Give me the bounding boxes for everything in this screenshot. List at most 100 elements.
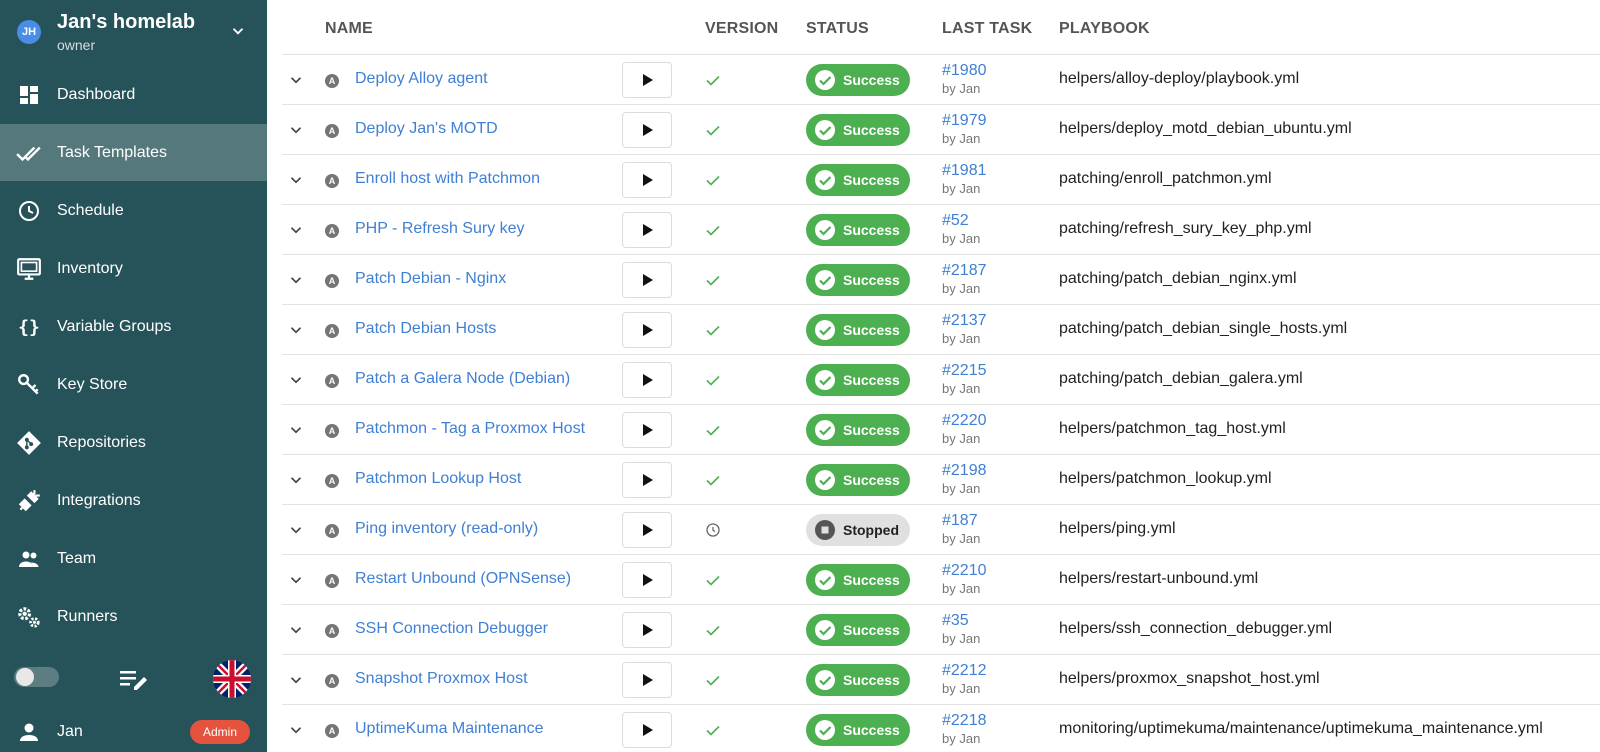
run-button[interactable]: [622, 612, 672, 648]
project-selector[interactable]: JH Jan's homelab owner: [0, 0, 267, 62]
last-task-link[interactable]: #1980: [942, 62, 987, 80]
chevron-down-icon[interactable]: [287, 371, 305, 389]
chevron-down-icon[interactable]: [229, 22, 247, 40]
last-task-link[interactable]: #1981: [942, 162, 987, 180]
run-button[interactable]: [622, 312, 672, 348]
template-name-link[interactable]: Deploy Jan's MOTD: [355, 120, 498, 138]
chevron-down-icon[interactable]: [287, 121, 305, 139]
chevron-down-icon[interactable]: [287, 171, 305, 189]
sidebar-item-label: Task Templates: [57, 143, 167, 161]
column-name[interactable]: NAME: [325, 20, 373, 38]
last-task-link[interactable]: #2187: [942, 262, 987, 280]
run-button[interactable]: [622, 212, 672, 248]
run-button[interactable]: [622, 262, 672, 298]
status-label: Success: [843, 622, 900, 638]
template-name-link[interactable]: Patchmon Lookup Host: [355, 470, 521, 488]
run-button[interactable]: [622, 412, 672, 448]
template-name-link[interactable]: Ping inventory (read-only): [355, 520, 538, 538]
run-button[interactable]: [622, 712, 672, 748]
last-task-link[interactable]: #1979: [942, 112, 987, 130]
status-label: Success: [843, 172, 900, 188]
user-name[interactable]: Jan: [57, 723, 83, 741]
sidebar-item-team[interactable]: Team: [0, 530, 267, 587]
chevron-down-icon[interactable]: [287, 721, 305, 739]
theme-toggle[interactable]: [14, 667, 59, 687]
sidebar-item-repositories[interactable]: Repositories: [0, 414, 267, 471]
release-notes-icon[interactable]: [120, 668, 148, 690]
chevron-down-icon[interactable]: [287, 221, 305, 239]
chevron-down-icon[interactable]: [287, 621, 305, 639]
column-version[interactable]: VERSION: [705, 20, 778, 38]
template-name-link[interactable]: Deploy Alloy agent: [355, 70, 488, 88]
template-name-link[interactable]: Patch Debian - Nginx: [355, 270, 506, 288]
sidebar-item-key-store[interactable]: Key Store: [0, 356, 267, 413]
run-button[interactable]: [622, 162, 672, 198]
status-badge: Success: [806, 464, 910, 496]
playbook-path: patching/enroll_patchmon.yml: [1059, 170, 1272, 187]
last-task-link[interactable]: #2215: [942, 362, 987, 380]
sidebar-item-inventory[interactable]: Inventory: [0, 240, 267, 297]
last-task-link[interactable]: #2212: [942, 662, 987, 680]
column-status[interactable]: STATUS: [806, 20, 869, 38]
last-task-link[interactable]: #187: [942, 512, 978, 530]
table-row: A Patchmon Lookup Host Success #2198 by Jan h…: [282, 455, 1600, 505]
last-task-link[interactable]: #2218: [942, 712, 987, 730]
chevron-down-icon[interactable]: [287, 471, 305, 489]
sidebar-item-runners[interactable]: Runners: [0, 588, 267, 645]
chevron-down-icon[interactable]: [287, 671, 305, 689]
sidebar-item-integrations[interactable]: Integrations: [0, 472, 267, 529]
playbook-path: monitoring/uptimekuma/maintenance/uptime…: [1059, 720, 1543, 737]
template-name-link[interactable]: Patch Debian Hosts: [355, 320, 496, 338]
run-button[interactable]: [622, 512, 672, 548]
sidebar-item-schedule[interactable]: Schedule: [0, 182, 267, 239]
last-task-link[interactable]: #2198: [942, 462, 987, 480]
run-button[interactable]: [622, 362, 672, 398]
last-task-link[interactable]: #2210: [942, 562, 987, 580]
table-row: A Deploy Jan's MOTD Success #1979 by Jan help…: [282, 105, 1600, 155]
chevron-down-icon[interactable]: [287, 571, 305, 589]
ansible-icon: A: [325, 324, 339, 338]
template-name-link[interactable]: Enroll host with Patchmon: [355, 170, 540, 188]
uk-flag-icon[interactable]: [213, 660, 251, 698]
template-name-link[interactable]: Patchmon - Tag a Proxmox Host: [355, 420, 585, 438]
chevron-down-icon[interactable]: [287, 71, 305, 89]
sidebar-item-dashboard[interactable]: Dashboard: [0, 66, 267, 123]
template-name-link[interactable]: SSH Connection Debugger: [355, 620, 548, 638]
template-name-link[interactable]: PHP - Refresh Sury key: [355, 220, 525, 238]
run-button[interactable]: [622, 462, 672, 498]
run-button[interactable]: [622, 62, 672, 98]
run-button[interactable]: [622, 562, 672, 598]
sidebar-item-variable-groups[interactable]: {} Variable Groups: [0, 298, 267, 355]
sidebar-item-label: Runners: [57, 607, 118, 625]
user-icon: [20, 723, 38, 741]
last-task-link[interactable]: #2137: [942, 312, 987, 330]
template-name-link[interactable]: Snapshot Proxmox Host: [355, 670, 528, 688]
chevron-down-icon[interactable]: [287, 271, 305, 289]
status-badge: Success: [806, 714, 910, 746]
play-icon: [643, 174, 653, 186]
template-name-link[interactable]: Restart Unbound (OPNSense): [355, 570, 571, 588]
last-task-link[interactable]: #52: [942, 212, 969, 230]
run-button[interactable]: [622, 112, 672, 148]
column-playbook[interactable]: PLAYBOOK: [1059, 20, 1150, 38]
last-task-author: by Jan: [942, 231, 981, 246]
last-task-link[interactable]: #2220: [942, 412, 987, 430]
last-task-author: by Jan: [942, 481, 981, 496]
template-name-link[interactable]: UptimeKuma Maintenance: [355, 720, 544, 738]
chevron-down-icon[interactable]: [287, 421, 305, 439]
monitor-icon: [16, 256, 42, 282]
run-button[interactable]: [622, 662, 672, 698]
team-icon: [16, 546, 42, 572]
sidebar-item-label: Repositories: [57, 433, 146, 451]
column-last-task[interactable]: LAST TASK: [942, 20, 1032, 38]
table-row: A Ping inventory (read-only) Stopped #187 by…: [282, 505, 1600, 555]
chevron-down-icon[interactable]: [287, 521, 305, 539]
check-icon: [706, 575, 720, 586]
last-task-link[interactable]: #35: [942, 612, 969, 630]
sidebar-item-label: Dashboard: [57, 85, 136, 103]
check-circle-icon: [815, 720, 835, 740]
chevron-down-icon[interactable]: [287, 321, 305, 339]
template-name-link[interactable]: Patch a Galera Node (Debian): [355, 370, 570, 388]
sidebar-item-task-templates[interactable]: Task Templates: [0, 124, 267, 181]
playbook-path: patching/patch_debian_nginx.yml: [1059, 270, 1297, 287]
